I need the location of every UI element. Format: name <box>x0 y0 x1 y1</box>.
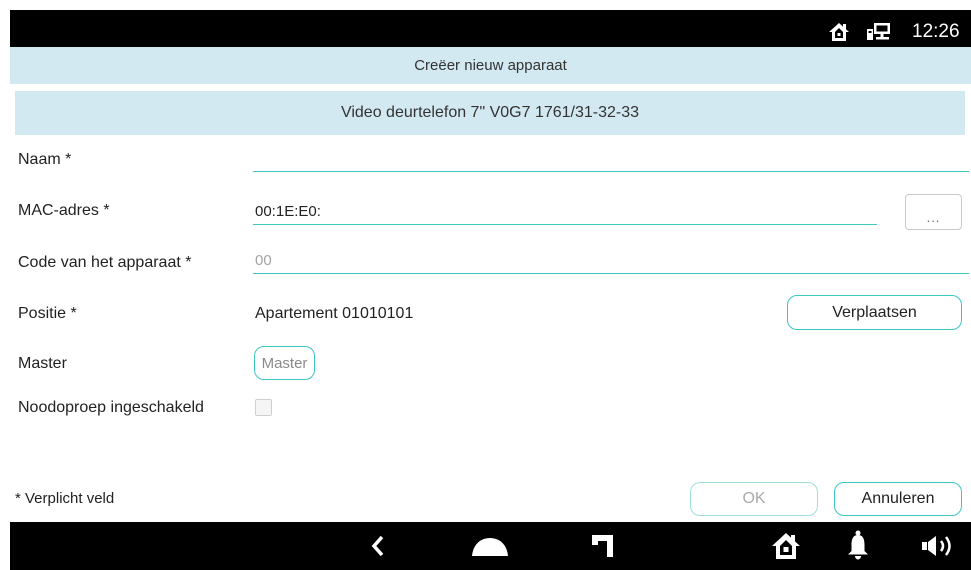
master-label: Master <box>18 355 67 372</box>
mac-address-label: MAC-adres * <box>18 202 110 219</box>
status-bar: 12:26 <box>10 10 971 47</box>
move-button[interactable]: Verplaatsen <box>787 295 962 330</box>
emergency-call-label: Noodoproep ingeschakeld <box>18 399 204 416</box>
master-toggle-button[interactable]: Master <box>254 346 315 380</box>
volume-icon[interactable] <box>921 534 957 563</box>
device-code-input[interactable] <box>253 247 969 274</box>
navigation-bar <box>10 522 971 570</box>
house-icon[interactable] <box>771 532 801 565</box>
back-icon[interactable] <box>371 535 385 562</box>
create-device-screen: { "status_bar": { "time": "12:26", "icon… <box>0 0 971 570</box>
cancel-button[interactable]: Annuleren <box>834 482 962 516</box>
home-icon <box>828 22 850 42</box>
clock-time: 12:26 <box>912 21 960 42</box>
network-icon <box>866 22 891 42</box>
required-field-note: * Verplicht veld <box>15 490 115 507</box>
page-title: Creëer nieuw apparaat <box>10 47 971 84</box>
name-label: Naam * <box>18 151 72 168</box>
device-model-title: Video deurtelefon 7" V0G7 1761/31-32-33 <box>15 91 965 135</box>
position-label: Positie * <box>18 305 77 322</box>
ok-button[interactable]: OK <box>690 482 818 516</box>
mac-address-picker-button[interactable]: ... <box>905 194 962 230</box>
bell-icon[interactable] <box>846 530 870 565</box>
emergency-call-checkbox[interactable] <box>255 399 272 416</box>
recent-apps-icon[interactable] <box>590 533 615 563</box>
home-dome-icon[interactable] <box>472 537 508 561</box>
name-input[interactable] <box>253 145 969 172</box>
mac-address-input[interactable] <box>253 198 877 225</box>
device-code-label: Code van het apparaat * <box>18 254 192 271</box>
position-value: Apartement 01010101 <box>255 305 414 322</box>
